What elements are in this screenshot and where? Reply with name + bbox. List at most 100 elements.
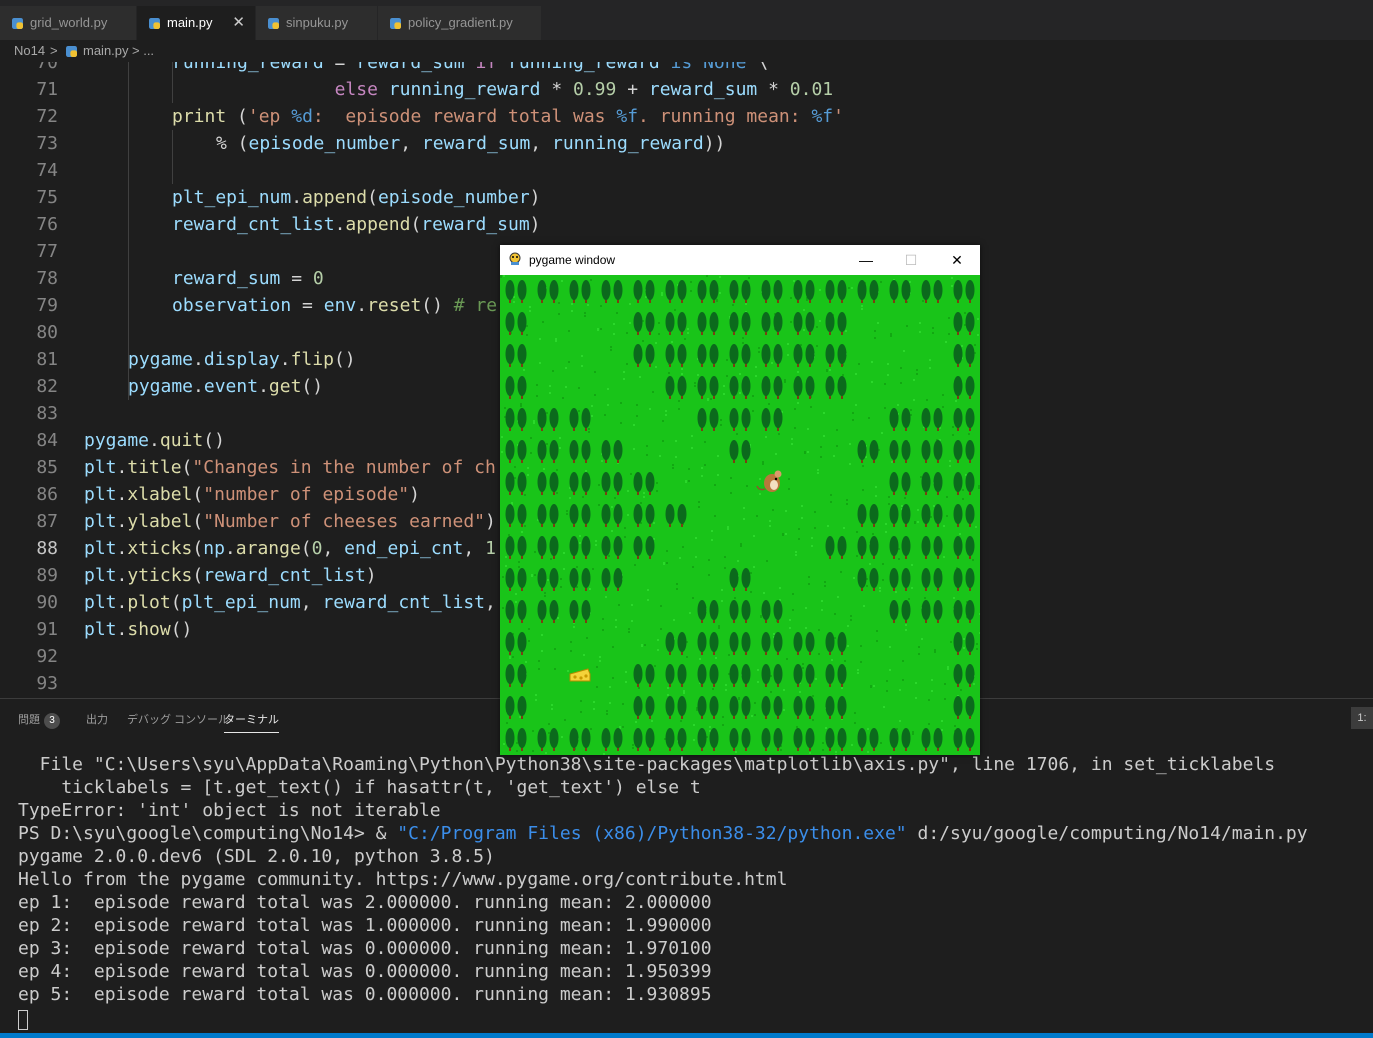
code-token: () [421,295,454,316]
grass-speck [518,561,520,563]
grass-speck [631,604,633,606]
grass-speck [847,625,849,627]
grass-speck [608,555,610,557]
grass-speck [760,615,762,617]
pygame-window[interactable]: pygame window — ☐ ✕ [500,245,980,755]
code-token: reward_cnt_list [322,592,486,613]
grass-speck [695,537,697,539]
grass-speck [962,489,964,491]
grass-speck [685,481,687,483]
grass-speck [763,592,765,594]
grass-speck [720,424,722,426]
terminal-text: "C:/Program Files (x86)/Python38-32/pyth… [397,823,907,844]
code-line[interactable]: 76 reward_cnt_list.append(reward_sum) [0,211,1373,238]
tab-terminal[interactable]: ターミナル [224,711,279,733]
grass-speck [722,724,724,726]
breadcrumb-file[interactable]: main.py [83,40,129,62]
grass-speck [862,465,864,467]
grass-speck [730,492,732,494]
code-token: episode_number [248,133,401,154]
grass-speck [770,691,772,693]
code-line[interactable]: 72 print ('ep %d: episode reward total wa… [0,103,1373,130]
code-token: is [670,62,693,73]
grass-speck [870,686,872,688]
grass-speck [794,408,796,410]
minimize-button[interactable]: — [843,245,889,275]
grass-speck [707,399,709,401]
grass-speck [803,309,805,311]
terminal-text: ep 5: episode reward total was 0.000000.… [18,984,712,1005]
grass-speck [527,467,529,469]
grass-speck [787,354,789,356]
grass-speck [926,399,928,401]
breadcrumb-folder[interactable]: No14 [14,40,45,62]
code-token: %f [811,106,834,127]
grass-speck [633,424,635,426]
terminal-text: ep 4: episode reward total was 0.000000.… [18,961,712,982]
close-button[interactable]: ✕ [934,245,980,275]
grass-speck [773,633,775,635]
code-token: flip [290,349,334,370]
grass-speck [546,443,548,445]
grass-speck [884,407,886,409]
grass-speck [708,559,710,561]
grass-speck [688,480,690,482]
grass-speck [902,679,904,681]
terminal-selector[interactable]: 1: [1351,707,1373,729]
grass-speck [852,412,854,414]
line-number: 85 [36,457,58,478]
maximize-button[interactable]: ☐ [888,245,934,275]
tab-output[interactable]: 出力 [86,711,108,727]
grass-speck [717,474,719,476]
tab-sinpuku[interactable]: sinpuku.py [256,6,378,40]
tab-problems[interactable]: 問題 3 [18,711,60,729]
terminal-text: TypeError: 'int' object is not iterable [18,800,441,821]
terminal-text: ep 2: episode reward total was 1.000000.… [18,915,712,936]
indent-guide [172,130,173,184]
grass-speck [578,387,580,389]
code-token: plt [84,511,117,532]
grass-speck [850,619,852,621]
code-line[interactable]: 71 else running_reward * 0.99 + reward_s… [0,76,1373,103]
code-line[interactable]: 75 plt_epi_num.append(episode_number) [0,184,1373,211]
terminal-cursor [18,1010,28,1030]
grass-speck [594,394,596,396]
grass-speck [545,752,547,754]
code-line[interactable]: 73 % (episode_number, reward_sum, running… [0,130,1373,157]
code-token: . [279,349,291,370]
tab-policy-gradient[interactable]: policy_gradient.py [378,6,542,40]
tab-label: grid_world.py [30,15,108,30]
grass-speck [963,638,965,640]
grass-speck [686,656,688,658]
code-token: running_reward [507,62,660,73]
grass-speck [514,466,516,468]
grass-speck [946,515,948,517]
code-token: ( [300,538,312,559]
grass-speck [952,434,954,436]
grass-speck [511,502,513,504]
grass-speck [638,687,640,689]
window-title: pygame window [529,253,616,267]
grass-speck [616,312,618,314]
terminal-output[interactable]: File "C:\Users\syu\AppData\Roaming\Pytho… [18,753,1308,1006]
grass-speck [718,627,720,629]
grass-speck [632,747,634,749]
tab-grid-world[interactable]: grid_world.py [0,6,137,40]
window-title-bar[interactable]: pygame window — ☐ ✕ [500,245,980,275]
code-line[interactable]: 74 [0,157,1373,184]
grass-speck [820,446,822,448]
grass-speck [900,367,902,369]
grass-speck [531,574,533,576]
code-token: . [193,376,204,397]
tab-debug-console[interactable]: デバッグ コンソール [127,711,229,727]
grass-speck [568,361,570,363]
grass-speck [505,556,507,558]
grass-speck [915,697,917,699]
tab-main[interactable]: main.py ✕ [137,6,256,40]
grass-speck [759,493,761,495]
close-icon[interactable]: ✕ [232,6,245,40]
grass-speck [695,556,697,558]
grass-speck [978,485,980,487]
code-line[interactable]: 70 running_reward = reward_sum if running… [0,62,1373,76]
